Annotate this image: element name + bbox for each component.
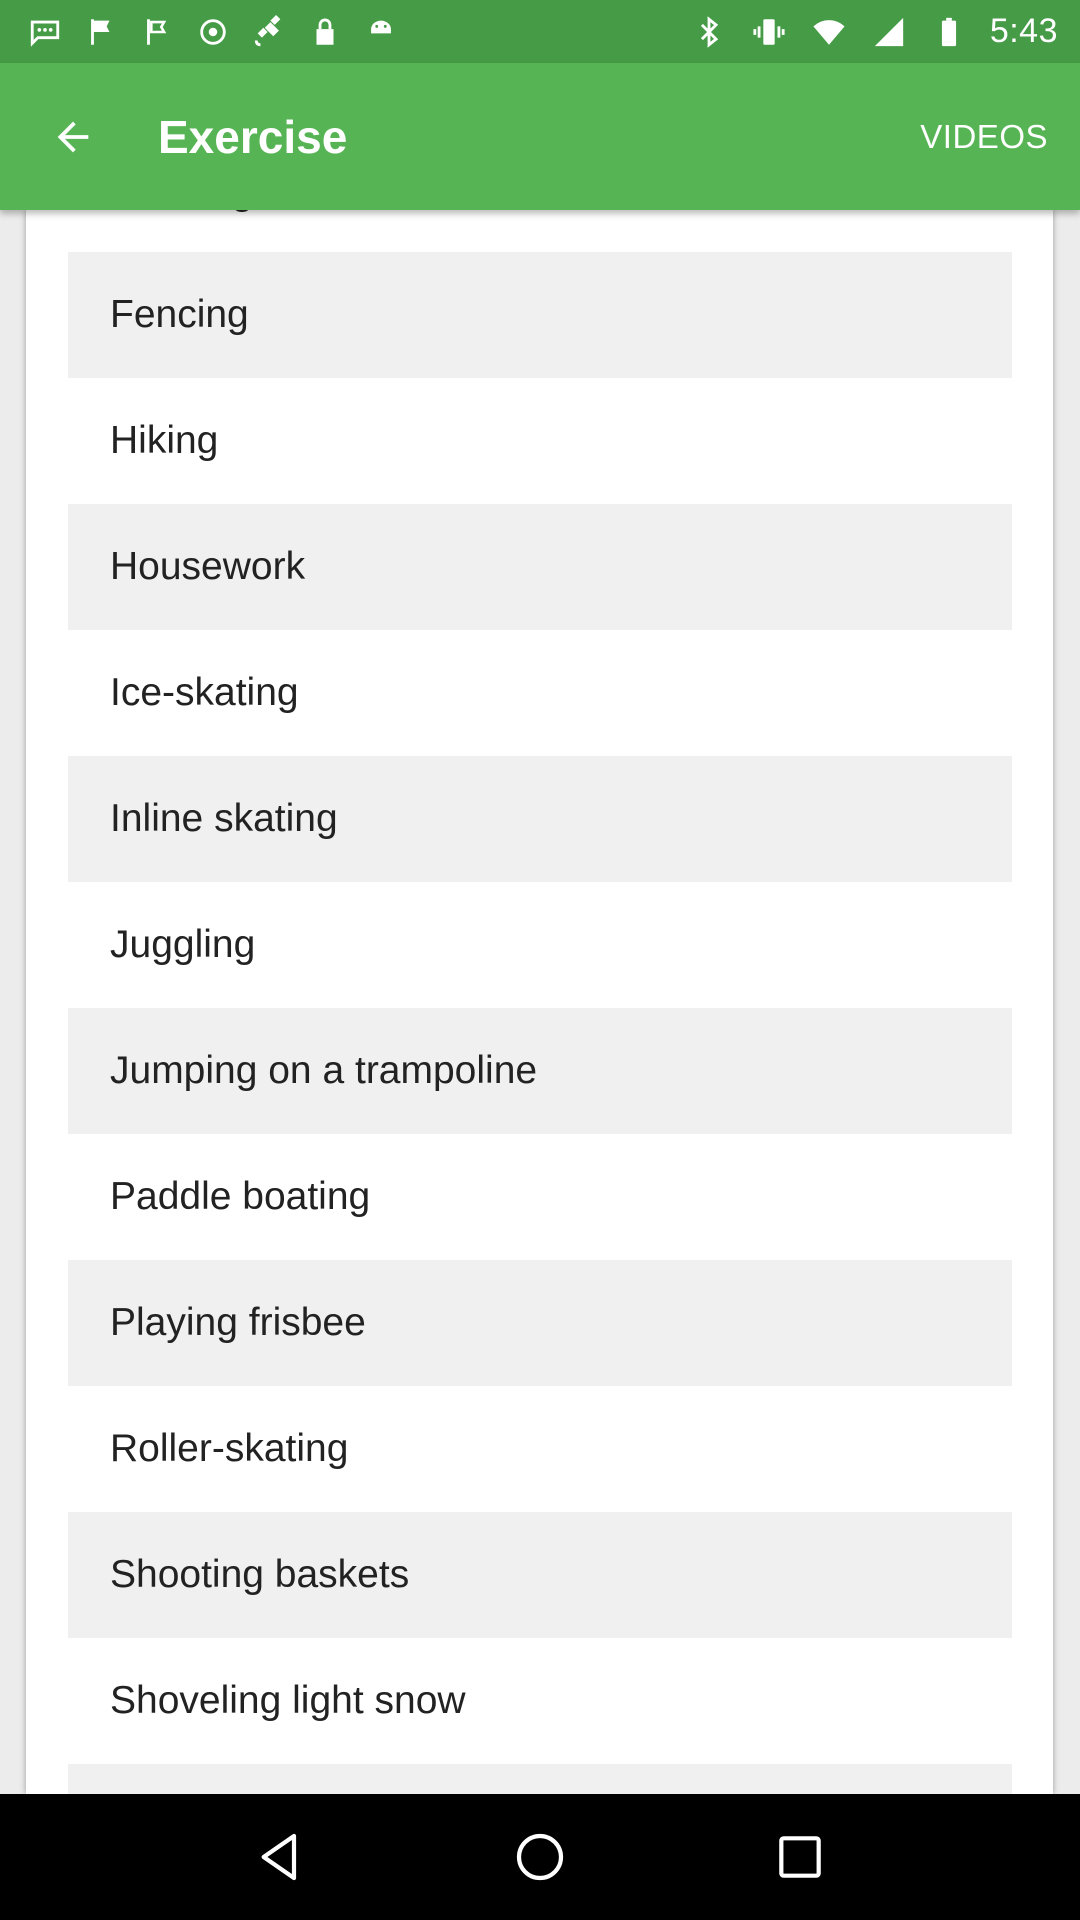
exercise-list[interactable]: Fencing Hiking Housework Ice-skating Inline … xyxy=(68,252,1012,1794)
list-item[interactable]: Inline skating xyxy=(68,756,1012,882)
recents-nav-icon xyxy=(779,1836,821,1878)
wifi-icon xyxy=(810,13,848,51)
list-item-label: Housework xyxy=(110,545,306,588)
list-item-partial: Dancing xyxy=(68,210,1012,220)
list-item-label: Shooting baskets xyxy=(110,1553,410,1596)
lock-icon xyxy=(306,13,344,51)
flag-outline-icon xyxy=(138,13,176,51)
android-icon xyxy=(362,13,400,51)
back-nav-icon xyxy=(261,1833,297,1881)
signal-icon xyxy=(870,13,908,51)
clock: 5:43 xyxy=(989,12,1058,50)
list-item[interactable]: Shoveling light snow xyxy=(68,1638,1012,1764)
list-item[interactable]: Fencing xyxy=(68,252,1012,378)
list-item[interactable]: Roller-skating xyxy=(68,1386,1012,1512)
list-item-label: Shoveling light snow xyxy=(110,1679,466,1722)
message-icon xyxy=(26,13,64,51)
list-item-label: Roller-skating xyxy=(110,1427,349,1470)
list-item-label: Juggling xyxy=(110,923,256,966)
page-title: Exercise xyxy=(158,110,348,163)
bluetooth-icon xyxy=(690,13,728,51)
list-item[interactable]: Hiking xyxy=(68,378,1012,504)
list-item-partial-label: Dancing xyxy=(110,210,253,214)
vibrate-icon xyxy=(750,13,788,51)
nav-home-button[interactable] xyxy=(495,1812,585,1902)
list-item-label: Paddle boating xyxy=(110,1175,371,1218)
videos-button[interactable]: VIDEOS xyxy=(920,118,1048,156)
flag-icon xyxy=(82,13,120,51)
list-item-label: Jumping on a trampoline xyxy=(110,1049,538,1092)
satellite-icon xyxy=(250,13,288,51)
navigation-bar xyxy=(0,1794,1080,1920)
notification-icons xyxy=(0,13,400,51)
back-button[interactable] xyxy=(28,92,118,182)
status-bar: 5:43 xyxy=(0,0,1080,63)
list-item[interactable] xyxy=(68,1764,1012,1794)
app-bar: Exercise VIDEOS xyxy=(0,63,1080,210)
fake-gps-icon xyxy=(194,13,232,51)
list-item[interactable]: Juggling xyxy=(68,882,1012,1008)
list-item-label: Inline skating xyxy=(110,797,338,840)
list-item-label: Playing frisbee xyxy=(110,1301,366,1344)
list-item[interactable]: Playing frisbee xyxy=(68,1260,1012,1386)
nav-recents-button[interactable] xyxy=(755,1812,845,1902)
list-item[interactable]: Shooting baskets xyxy=(68,1512,1012,1638)
list-item[interactable]: Jumping on a trampoline xyxy=(68,1008,1012,1134)
home-nav-icon xyxy=(516,1833,564,1881)
battery-icon xyxy=(930,13,968,51)
list-item[interactable]: Paddle boating xyxy=(68,1134,1012,1260)
list-item[interactable]: Ice-skating xyxy=(68,630,1012,756)
list-item[interactable]: Housework xyxy=(68,504,1012,630)
nav-back-button[interactable] xyxy=(235,1812,325,1902)
list-item-label: Hiking xyxy=(110,419,219,462)
list-item-label: Ice-skating xyxy=(110,671,299,714)
arrow-left-icon xyxy=(57,121,89,152)
system-icons: 5:43 xyxy=(690,12,1080,51)
exercise-list-card: Dancing Fencing Hiking Housework Ice-skatin… xyxy=(26,210,1053,1794)
list-item-label: Fencing xyxy=(110,293,249,336)
